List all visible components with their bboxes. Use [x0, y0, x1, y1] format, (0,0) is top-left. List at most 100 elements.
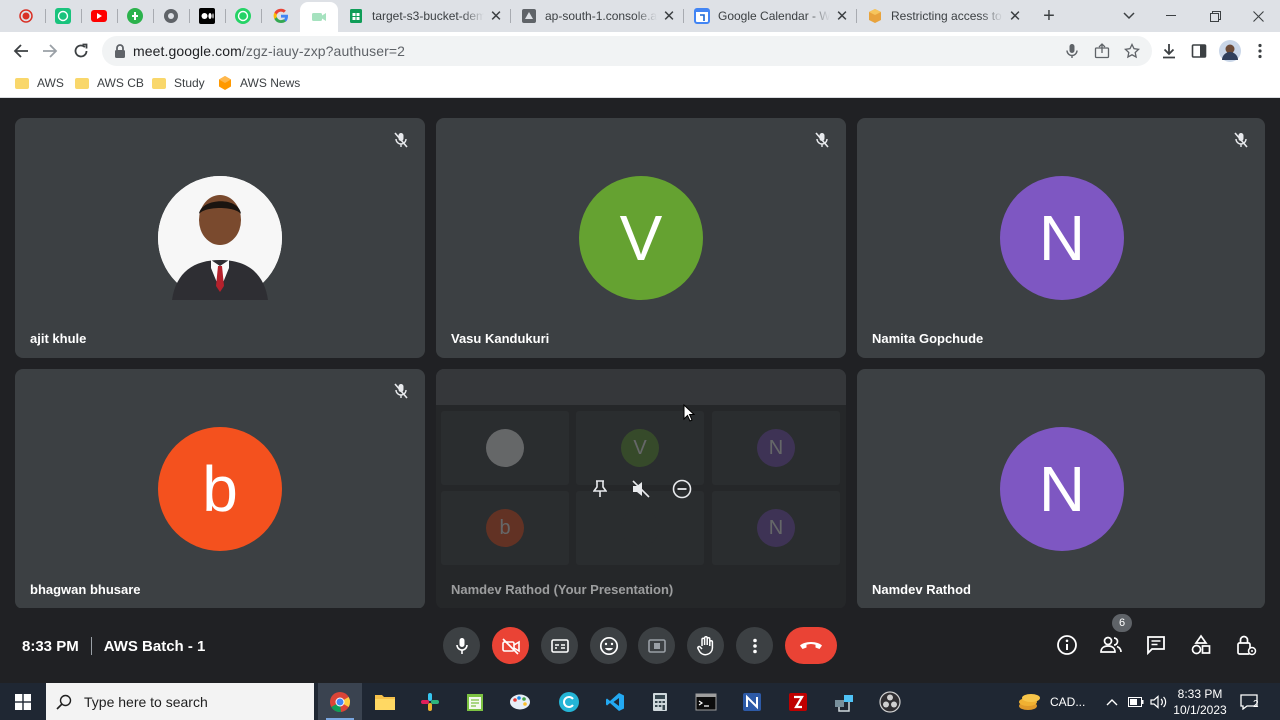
- divider: [90, 637, 92, 655]
- taskbar-filezilla[interactable]: [776, 683, 820, 720]
- folder-icon: [152, 77, 166, 89]
- address-bar[interactable]: meet.google.com/zgz-iauy-zxp?authuser=2: [102, 36, 1152, 66]
- new-tab-button[interactable]: +: [1038, 5, 1060, 27]
- mute-presentation-button[interactable]: [629, 477, 653, 501]
- emoji-icon: [599, 636, 618, 655]
- taskbar-app-n[interactable]: [730, 683, 774, 720]
- participant-name: Namdev Rathod: [872, 582, 971, 597]
- pinned-tab-meet-active[interactable]: [300, 2, 338, 32]
- taskbar-search-box[interactable]: Type here to search: [46, 683, 314, 720]
- tab-restricting-access[interactable]: Restricting access to A ✕: [857, 0, 1029, 32]
- bookmark-label: AWS News: [240, 76, 301, 90]
- reload-button[interactable]: [71, 41, 91, 61]
- share-icon[interactable]: [1094, 43, 1110, 59]
- close-window-button[interactable]: [1236, 0, 1280, 32]
- pinned-tab-globe[interactable]: [153, 0, 189, 32]
- participant-tile-bhagwan-bhusare[interactable]: b bhagwan bhusare: [15, 369, 425, 609]
- restore-button[interactable]: [1193, 0, 1237, 32]
- downloads-button[interactable]: [1159, 41, 1179, 61]
- bookmark-study[interactable]: Study: [152, 76, 205, 90]
- meet-control-bar: 8:33 PM AWS Batch - 1 6: [0, 608, 1280, 680]
- taskbar-file-explorer[interactable]: [363, 683, 407, 720]
- pinned-tab-whatsapp[interactable]: [225, 0, 261, 32]
- bookmark-aws-news[interactable]: AWS News: [218, 76, 300, 90]
- camera-off-button[interactable]: [492, 627, 529, 664]
- tab-title: ap-south-1.console.aw: [545, 9, 657, 23]
- taskbar-terminal[interactable]: [684, 683, 728, 720]
- pinned-tab-google[interactable]: [263, 0, 299, 32]
- profile-avatar[interactable]: [1219, 40, 1241, 62]
- side-panel-icon: [1191, 44, 1207, 58]
- vscode-icon: [606, 692, 624, 711]
- mic-off-icon: [1231, 130, 1251, 150]
- taskbar-clock[interactable]: 8:33 PM 10/1/2023: [1168, 686, 1232, 718]
- taskbar-paint[interactable]: [498, 683, 542, 720]
- participant-tile-namita-gopchude[interactable]: N Namita Gopchude: [857, 118, 1265, 358]
- meet-stage: ajit khule V Vasu Kandukuri N Namita Gop…: [0, 102, 1280, 680]
- host-controls-button[interactable]: [1233, 632, 1259, 658]
- microphone-icon[interactable]: [1064, 43, 1080, 59]
- more-options-button[interactable]: [736, 627, 773, 664]
- pinned-tab-youtube[interactable]: [81, 0, 117, 32]
- remove-presentation-button[interactable]: [670, 477, 694, 501]
- tab-close-button[interactable]: ✕: [661, 7, 677, 25]
- chat-button[interactable]: [1143, 632, 1169, 658]
- taskbar-slack[interactable]: [408, 683, 452, 720]
- notification-center-button[interactable]: 2: [1240, 683, 1264, 720]
- microphone-button[interactable]: [443, 627, 480, 664]
- calendar-icon: [694, 8, 710, 24]
- emoji-reactions-button[interactable]: [590, 627, 627, 664]
- taskbar-notepad[interactable]: [453, 683, 497, 720]
- folder-icon: [15, 77, 29, 89]
- videocam-off-icon: [501, 637, 520, 655]
- side-panel-button[interactable]: [1189, 41, 1209, 61]
- search-icon: [56, 694, 72, 710]
- activities-button[interactable]: [1188, 632, 1214, 658]
- tray-app[interactable]: CAD...: [1018, 683, 1085, 720]
- minimize-button[interactable]: [1149, 0, 1193, 32]
- tab-google-calendar[interactable]: Google Calendar - We ✕: [684, 0, 856, 32]
- star-icon[interactable]: [1124, 43, 1140, 59]
- meeting-details-button[interactable]: [1054, 632, 1080, 658]
- chrome-menu-button[interactable]: [1250, 41, 1270, 61]
- pinned-tab-chatgpt[interactable]: [45, 0, 81, 32]
- leave-call-button[interactable]: [785, 627, 837, 664]
- bookmark-aws-cb[interactable]: AWS CB: [75, 76, 144, 90]
- pinned-tab-record[interactable]: [8, 0, 44, 32]
- tab-s3-bucket[interactable]: target-s3-bucket-dem ✕: [338, 0, 510, 32]
- mic-off-icon: [391, 130, 411, 150]
- back-button[interactable]: [11, 41, 31, 61]
- volume-control[interactable]: [1150, 683, 1168, 720]
- taskbar-vscode[interactable]: [593, 683, 637, 720]
- bookmark-aws[interactable]: AWS: [15, 76, 64, 90]
- tab-close-button[interactable]: ✕: [1007, 7, 1023, 25]
- tab-aws-console[interactable]: ap-south-1.console.aw ✕: [511, 0, 683, 32]
- start-button[interactable]: [0, 683, 46, 720]
- people-button[interactable]: [1098, 632, 1124, 658]
- clock-date: 10/1/2023: [1173, 703, 1227, 717]
- tab-close-button[interactable]: ✕: [834, 7, 850, 25]
- participant-tile-ajit-khule[interactable]: ajit khule: [15, 118, 425, 358]
- presentation-tile[interactable]: V N b N Namdev Rathod (Your Presentation…: [436, 369, 846, 609]
- participant-tile-vasu-kandukuri[interactable]: V Vasu Kandukuri: [436, 118, 846, 358]
- captions-button[interactable]: [541, 627, 578, 664]
- tab-search-button[interactable]: [1107, 0, 1151, 32]
- taskbar-canva[interactable]: [547, 683, 591, 720]
- pin-button[interactable]: [588, 477, 612, 501]
- tab-separator: [261, 9, 262, 23]
- forward-button[interactable]: [40, 41, 60, 61]
- tab-close-button[interactable]: ✕: [488, 7, 504, 25]
- present-now-button[interactable]: [638, 627, 675, 664]
- show-hidden-icons-button[interactable]: [1106, 683, 1118, 720]
- taskbar-network-app[interactable]: [822, 683, 866, 720]
- taskbar-obs[interactable]: [868, 683, 912, 720]
- obs-icon: [879, 690, 901, 713]
- taskbar-calculator[interactable]: [638, 683, 682, 720]
- raise-hand-button[interactable]: [687, 627, 724, 664]
- pinned-tab-medium[interactable]: [189, 0, 225, 32]
- pinned-tab-feedly[interactable]: [117, 0, 153, 32]
- bookmarks-bar: AWS AWS CB Study AWS News: [0, 70, 1280, 98]
- battery-status[interactable]: [1128, 683, 1144, 720]
- taskbar-chrome[interactable]: [318, 683, 362, 720]
- participant-tile-namdev-rathod[interactable]: N Namdev Rathod: [857, 369, 1265, 609]
